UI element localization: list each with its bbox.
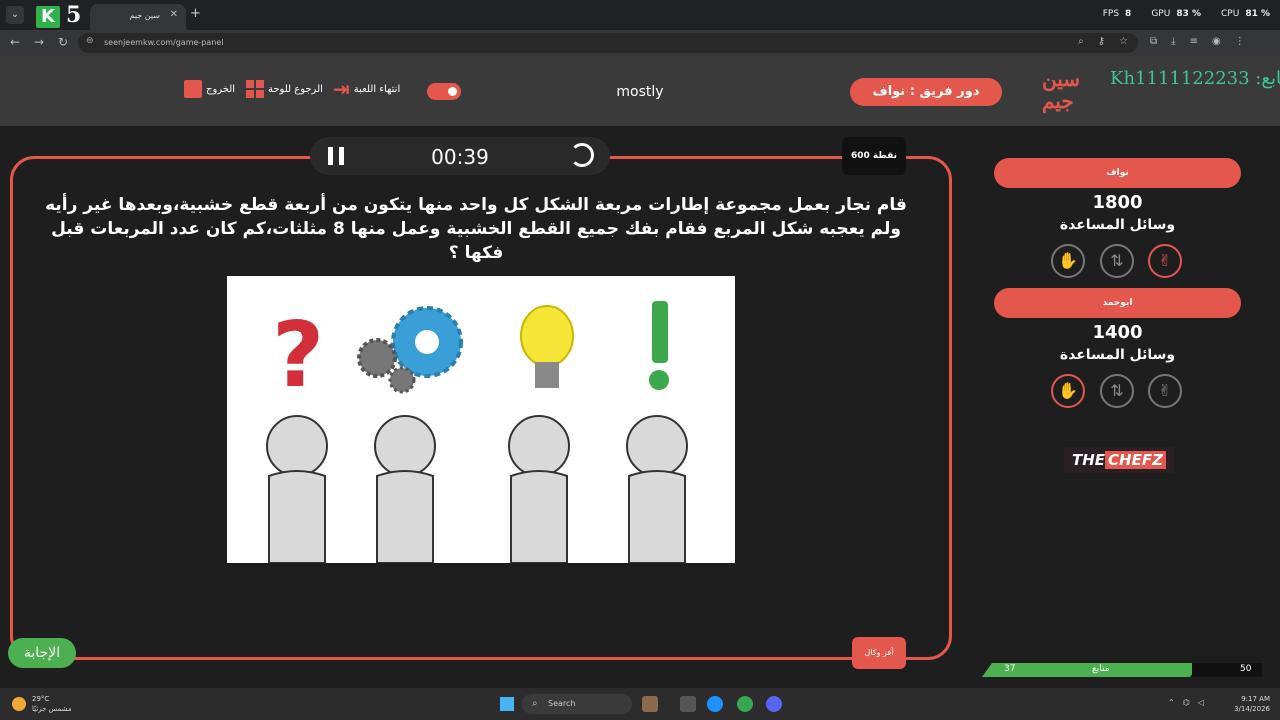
seen-jeem-logo: سين جيم — [1042, 67, 1081, 113]
turn-prefix: دور فريق : — [905, 84, 980, 99]
reload-icon[interactable]: ↻ — [58, 35, 68, 49]
game-name: mostly — [616, 84, 664, 100]
tray-chevron-icon[interactable]: ⌃ — [1168, 698, 1175, 707]
team-2-peace-hand-icon[interactable]: ✌ — [1148, 374, 1182, 408]
timer-display: 00:39 — [431, 145, 489, 169]
tab-title: سين جيم — [129, 11, 160, 20]
team-2-tools-label: وسائل المساعدة — [1059, 347, 1176, 363]
network-icon[interactable]: ⌬ — [1183, 698, 1190, 707]
extension-toolbar: ⧉ ⤓ ≡ ◉ ⋮ — [1150, 36, 1245, 47]
end-game-arrow-icon: ⇥ — [333, 77, 350, 101]
tab-count: 5 — [66, 2, 82, 28]
show-answer-button[interactable]: الإجابة — [8, 638, 76, 668]
bookmark-star-icon[interactable]: ☆ — [1119, 36, 1128, 47]
discord-icon[interactable] — [766, 696, 782, 712]
volume-icon[interactable]: ◁ — [1198, 698, 1204, 707]
thinking-figures-illustration: ? — [266, 301, 688, 564]
back-arrow-icon[interactable]: ← — [10, 35, 20, 49]
team-turn-indicator: دور فريق : نواف — [850, 78, 1002, 106]
skip-button[interactable]: أفز وكال — [852, 637, 906, 669]
team-2-swap-icon[interactable]: ⇅ — [1100, 374, 1134, 408]
tab-close-icon[interactable]: ✕ — [170, 9, 178, 20]
new-tab-button[interactable]: + — [190, 6, 201, 21]
weather-sun-icon[interactable] — [12, 697, 26, 711]
sound-toggle[interactable] — [427, 83, 461, 100]
reset-timer-icon[interactable] — [570, 143, 594, 167]
gpu-readout: GPU 83 % — [1151, 9, 1201, 19]
follower-label: متابع — [1092, 664, 1110, 674]
taskbar-app-icon[interactable] — [642, 696, 658, 712]
follower-current: 37 — [1004, 664, 1016, 674]
team-1-score[interactable]: 1800 — [994, 192, 1241, 213]
windows-taskbar: 29°C مشمس جزئيًا Search ⌃ ⌬ ◁ 9:17 AM 3/… — [0, 688, 1280, 720]
browser-tab-bar: ⌄ K 5 سين جيم ✕ + FPS 8 GPU 83 % CPU 81 % — [0, 0, 1280, 30]
site-info-icon[interactable]: ⊜ — [86, 36, 94, 46]
performance-overlay: FPS 8 GPU 83 % CPU 81 % — [1103, 9, 1270, 19]
playlist-icon[interactable]: ≡ — [1190, 36, 1198, 47]
cpu-readout: CPU 81 % — [1221, 9, 1270, 19]
password-key-icon[interactable]: ⚷ — [1098, 36, 1105, 47]
question-image: ? — [227, 276, 735, 564]
menu-dots-icon[interactable]: ⋮ — [1235, 36, 1245, 47]
file-explorer-icon[interactable] — [680, 696, 696, 712]
team-1-swap-icon[interactable]: ⇅ — [1100, 244, 1134, 278]
system-clock[interactable]: 9:17 AM 3/14/2026 — [1234, 694, 1270, 714]
turn-team-name: نواف — [872, 84, 906, 99]
k-logo-icon: K — [36, 6, 60, 28]
back-to-board-button[interactable]: الرجوع للوحة — [246, 80, 323, 98]
question-text: قام نجار بعمل مجموعة إطارات مربعة الشكل … — [45, 195, 907, 263]
chrome-browser-icon[interactable] — [737, 696, 753, 712]
profile-icon[interactable]: ◉ — [1212, 36, 1221, 47]
points-badge: 600 نقطة — [842, 137, 906, 175]
active-tab[interactable]: سين جيم ✕ — [90, 4, 186, 30]
url-field[interactable]: ⊜ seenjeemkw.com/game-panel ⌕ ⚷ ☆ — [78, 33, 1138, 53]
board-grid-icon — [246, 80, 264, 98]
edge-browser-icon[interactable] — [707, 696, 723, 712]
exit-button[interactable]: الخروج — [184, 80, 235, 98]
svg-text:?: ? — [272, 303, 324, 408]
team-2-hand-stop-icon[interactable]: ✋ — [1051, 374, 1085, 408]
tab-search-button[interactable]: ⌄ — [6, 6, 24, 24]
exit-label: الخروج — [206, 83, 236, 95]
taskbar-search[interactable]: Search — [522, 694, 632, 714]
zoom-icon[interactable]: ⌕ — [1078, 36, 1084, 47]
fps-readout: FPS 8 — [1102, 9, 1132, 19]
end-game-button[interactable]: ⇥ انتهاء اللعبة — [333, 77, 401, 101]
follower-goal: 50 — [1240, 664, 1252, 674]
extensions-icon[interactable]: ⧉ — [1150, 36, 1157, 47]
screen: ⌄ K 5 سين جيم ✕ + FPS 8 GPU 83 % CPU 81 % ←… — [0, 0, 1280, 720]
team-1-hand-stop-icon[interactable]: ✋ — [1051, 244, 1085, 278]
windows-start-icon[interactable] — [500, 697, 514, 711]
follower-goal-remaining — [1192, 663, 1262, 677]
back-to-board-label: الرجوع للوحة — [268, 83, 323, 95]
forward-arrow-icon[interactable]: → — [34, 35, 44, 49]
team-1-name: نواف — [994, 158, 1241, 188]
sponsor-logo: THE CHEFZ — [1064, 447, 1174, 473]
follower-goal-bar: 37 متابع 50 — [982, 663, 1262, 677]
system-tray: ⌃ ⌬ ◁ — [1168, 698, 1204, 707]
team-2-name: ابوحمد — [994, 288, 1241, 318]
team-2-score[interactable]: 1400 — [994, 322, 1241, 343]
team-1-peace-hand-icon[interactable]: ✌ — [1148, 244, 1182, 278]
url-actions: ⌕ ⚷ ☆ — [1078, 36, 1128, 47]
end-game-label: انتهاء اللعبة — [353, 83, 401, 95]
stream-overlay-last-follower: Kh1111122233 :أخر متابع — [1110, 68, 1280, 89]
weather-widget[interactable]: 29°C مشمس جزئيًا — [32, 694, 72, 714]
url-text: seenjeemkw.com/game-panel — [104, 38, 224, 47]
timer-bar: 00:39 — [310, 137, 610, 175]
exit-door-icon — [184, 80, 202, 98]
browser-address-bar: ← → ↻ ⊜ seenjeemkw.com/game-panel ⌕ ⚷ ☆ … — [0, 30, 1280, 56]
game-header: الخروج الرجوع للوحة ⇥ انتهاء اللعبة most… — [0, 56, 1280, 126]
team-1-tools-label: وسائل المساعدة — [1059, 217, 1176, 233]
download-icon[interactable]: ⤓ — [1171, 36, 1175, 47]
